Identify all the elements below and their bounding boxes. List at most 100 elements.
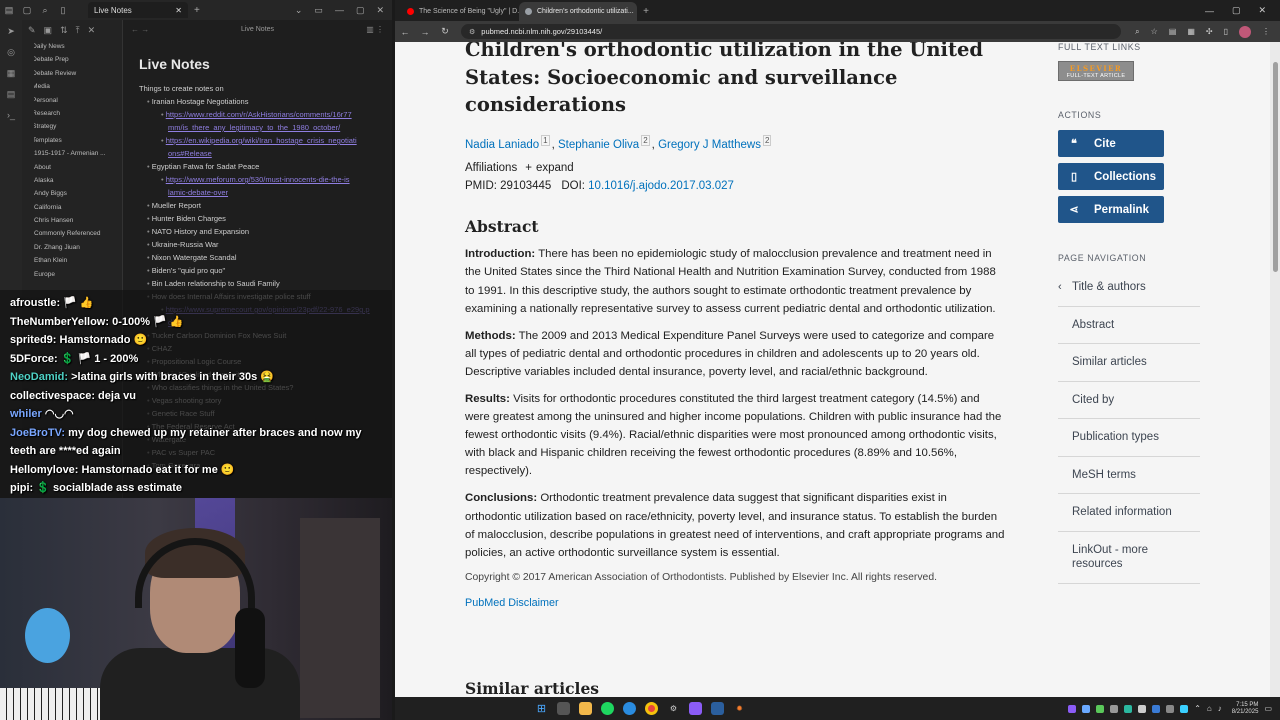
reload-icon[interactable]: ↻ <box>435 26 455 37</box>
note-link[interactable]: https://www.reddit.com/r/AskHistorians/c… <box>166 110 352 119</box>
file-item[interactable]: 1915-1917 - Armenian ... <box>34 147 122 160</box>
settings-icon[interactable]: ⚙ <box>667 702 680 715</box>
note-link[interactable]: https://en.wikipedia.org/wiki/Iran_hosta… <box>166 136 357 145</box>
tray-app-icon[interactable] <box>1166 704 1175 713</box>
folder-item[interactable]: Debate Prep <box>34 53 122 66</box>
back-forward-icon[interactable]: ← → <box>131 25 149 34</box>
file-item[interactable]: Alaska <box>34 174 122 187</box>
send-icon[interactable]: ➤ <box>7 26 15 37</box>
network-icon[interactable]: ⌂ <box>1207 704 1212 713</box>
page-nav-item[interactable]: ‹ Title & authors <box>1058 269 1200 307</box>
profile-avatar[interactable] <box>1239 25 1251 38</box>
scroll-thumb[interactable] <box>1273 62 1278 272</box>
bookmark-icon[interactable]: ▯ <box>54 0 72 20</box>
folder-item[interactable]: Strategy <box>34 120 122 133</box>
tray-app-icon[interactable] <box>1138 704 1147 713</box>
permalink-button[interactable]: ⋖ Permalink <box>1058 196 1164 223</box>
page-nav-item[interactable]: Cited by <box>1058 382 1200 419</box>
folder-item[interactable]: Daily News <box>34 40 122 53</box>
layout-icon[interactable]: ▭ <box>314 5 323 16</box>
puzzle-icon[interactable]: ✣ <box>1206 27 1213 36</box>
task-view-icon[interactable] <box>557 702 570 715</box>
terminal-icon[interactable]: ›_ <box>7 110 15 120</box>
file-item[interactable]: Dr. Zhang Jiuan <box>34 241 122 254</box>
tray-app-icon[interactable] <box>1110 704 1119 713</box>
folder-item[interactable]: Media <box>34 80 122 93</box>
file-item[interactable]: Andy Biggs <box>34 187 122 200</box>
new-tab-icon[interactable]: + <box>637 2 655 21</box>
url-input[interactable]: ⚙ pubmed.ncbi.nlm.nih.gov/29103445/ <box>461 24 1121 39</box>
graph-icon[interactable]: ◎ <box>7 47 15 58</box>
new-note-icon[interactable]: ✎ <box>28 25 36 36</box>
chrome-icon[interactable] <box>645 702 658 715</box>
page-nav-item[interactable]: Publication types <box>1058 419 1200 457</box>
maximize-icon[interactable]: ▢ <box>356 5 365 16</box>
gear-icon[interactable]: ✹ <box>733 702 746 715</box>
note-link[interactable]: ons#Release <box>168 149 212 158</box>
clock[interactable]: 7:15 PM 8/21/2025 <box>1232 702 1259 716</box>
reader-icon[interactable]: ▤ <box>1169 27 1177 36</box>
volume-icon[interactable]: ♪ <box>1218 704 1222 713</box>
editor-tools-icon[interactable]: ▥ ⋮ <box>366 25 384 34</box>
folder-item[interactable]: Templates <box>34 134 122 147</box>
obsidian-tab[interactable]: Live Notes ✕ <box>88 2 188 18</box>
close-icon[interactable]: ✕ <box>376 5 384 16</box>
page-nav-item[interactable]: LinkOut - more resources <box>1058 532 1200 584</box>
browser-tab[interactable]: Children's orthodontic utilizati...✕ <box>519 2 637 21</box>
file-item[interactable]: Commonly Referenced <box>34 227 122 240</box>
note-link[interactable]: mm/is_there_any_legitimacy_to_the_1980_o… <box>168 123 340 132</box>
sort-icon[interactable]: ⇅ <box>60 25 68 36</box>
note-link[interactable]: https://www.meforum.org/530/must-innocen… <box>166 175 350 184</box>
chevron-down-icon[interactable]: ⌄ <box>295 5 303 16</box>
affiliation-number[interactable]: 2 <box>762 134 772 146</box>
page-scrollbar[interactable] <box>1270 42 1280 697</box>
elsevier-full-text-link[interactable]: ELSEVIER FULL-TEXT ARTICLE <box>1058 61 1134 81</box>
tray-app-icon[interactable] <box>1096 704 1105 713</box>
tray-app-icon[interactable] <box>1124 704 1133 713</box>
expand-button[interactable]: + expand <box>525 162 573 174</box>
pubmed-disclaimer-link[interactable]: PubMed Disclaimer <box>465 597 1005 609</box>
author-link[interactable]: Stephanie Oliva <box>558 138 639 150</box>
sidebar-toggle-icon[interactable]: ▤ <box>0 0 18 20</box>
minimize-icon[interactable]: — <box>335 5 344 16</box>
obsidian-icon[interactable] <box>689 702 702 715</box>
tray-app-icon[interactable] <box>1152 704 1161 713</box>
close-icon[interactable]: ✕ <box>1258 5 1266 16</box>
file-item[interactable]: Chris Hansen <box>34 214 122 227</box>
new-tab-icon[interactable]: + <box>194 5 200 16</box>
page-nav-item[interactable]: MeSH terms <box>1058 457 1200 494</box>
steam-icon[interactable] <box>711 702 724 715</box>
spotify-icon[interactable] <box>601 702 614 715</box>
edge-icon[interactable] <box>623 702 636 715</box>
minimize-icon[interactable]: — <box>1205 6 1214 16</box>
site-info-icon[interactable]: ⚙ <box>469 28 475 36</box>
file-item[interactable]: Europe <box>34 268 122 281</box>
zoom-icon[interactable]: ⌕ <box>1135 27 1139 37</box>
tray-app-icon[interactable] <box>1180 704 1189 713</box>
folder-icon[interactable]: ▢ <box>18 0 36 20</box>
page-nav-item[interactable]: Related information <box>1058 494 1200 532</box>
folder-item[interactable]: Research <box>34 107 122 120</box>
doi-link[interactable]: 10.1016/j.ajodo.2017.03.027 <box>588 180 734 192</box>
collections-button[interactable]: ▯ Collections <box>1058 163 1164 190</box>
windows-start-icon[interactable]: ⊞ <box>535 702 548 715</box>
new-folder-icon[interactable]: ▣ <box>44 25 53 36</box>
browser-tab[interactable]: The Science of Being "Ugly" | D...✕ <box>401 2 519 21</box>
sidepanel-icon[interactable]: ▯ <box>1224 27 1228 36</box>
affiliation-number[interactable]: 2 <box>641 134 650 146</box>
file-item[interactable]: About <box>34 161 122 174</box>
tray-app-icon[interactable] <box>1068 704 1077 713</box>
affiliation-number[interactable]: 1 <box>541 134 550 146</box>
file-item[interactable]: California <box>34 201 122 214</box>
author-link[interactable]: Nadia Laniado <box>465 138 539 150</box>
file-item[interactable]: Ethan Klein <box>34 254 122 267</box>
cite-button[interactable]: ❝ Cite <box>1058 130 1164 157</box>
menu-icon[interactable]: ⋮ <box>1262 27 1270 36</box>
close-icon[interactable]: ✕ <box>175 6 182 15</box>
extension-icon[interactable]: ▦ <box>1187 27 1195 36</box>
notification-icon[interactable]: ▭ <box>1264 704 1272 713</box>
note-link[interactable]: lamic-debate-over <box>168 188 228 197</box>
close-panel-icon[interactable]: ✕ <box>88 25 96 36</box>
tray-app-icon[interactable] <box>1082 704 1091 713</box>
page-nav-item[interactable]: Abstract <box>1058 307 1200 344</box>
